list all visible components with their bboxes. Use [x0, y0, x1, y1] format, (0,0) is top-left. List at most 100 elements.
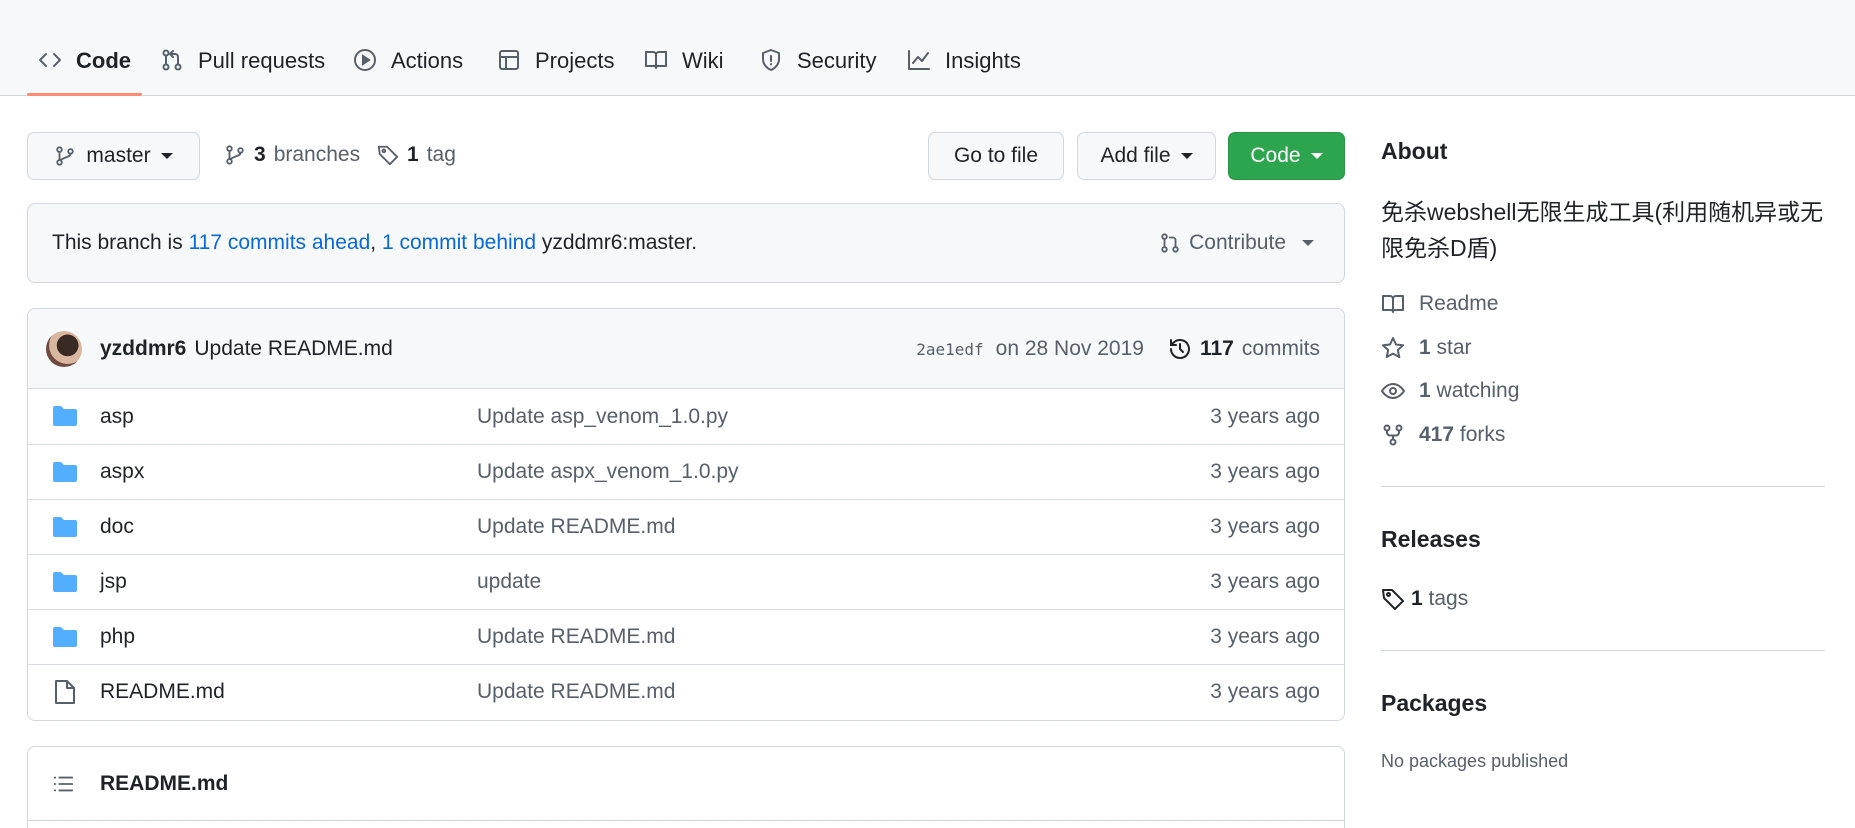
file-row[interactable]: README.md Update README.md 3 years ago: [28, 664, 1344, 719]
file-age: 3 years ago: [1210, 680, 1320, 703]
commit-sha[interactable]: 2ae1edf: [916, 340, 983, 359]
tab-security[interactable]: Security: [759, 28, 876, 96]
commits-behind-link[interactable]: 1 commit behind: [382, 231, 536, 255]
play-icon: [353, 48, 377, 72]
tags-link[interactable]: 1 tags: [1381, 587, 1468, 611]
forks-link[interactable]: 417 forks: [1381, 423, 1505, 447]
go-to-file-button[interactable]: Go to file: [928, 132, 1064, 180]
tab-label: Actions: [391, 48, 464, 73]
go-to-file-label: Go to file: [953, 144, 1039, 167]
file-age: 3 years ago: [1210, 515, 1320, 538]
tab-wiki[interactable]: Wiki: [644, 28, 724, 96]
file-row[interactable]: aspx Update aspx_venom_1.0.py 3 years ag…: [28, 444, 1344, 499]
folder-icon: [52, 516, 78, 538]
tab-pull-requests[interactable]: Pull requests: [160, 28, 325, 96]
commits-count: 117: [1199, 337, 1234, 360]
branches-link[interactable]: 3 branches: [224, 143, 360, 167]
watchers-link[interactable]: 1 watching: [1381, 379, 1519, 403]
caret-down-icon: [1310, 153, 1323, 159]
tab-label: Security: [797, 48, 877, 73]
tags-link[interactable]: 1 tag: [377, 143, 456, 167]
file-name[interactable]: jsp: [100, 570, 127, 594]
file-commit-message[interactable]: Update README.md: [477, 680, 675, 704]
shield-icon: [759, 48, 783, 72]
repo-description: 免杀webshell无限生成工具(利用随机异或无限免杀D盾): [1381, 199, 1824, 261]
tags-count: 1: [1411, 587, 1423, 610]
packages-empty-text: No packages published: [1381, 751, 1569, 771]
git-branch-icon: [54, 145, 76, 167]
commits-history-link[interactable]: 117 commits: [1168, 337, 1320, 361]
file-age: 3 years ago: [1210, 404, 1320, 428]
tab-actions[interactable]: Actions: [353, 28, 463, 96]
stars-link[interactable]: 1 star: [1381, 336, 1472, 360]
tags-label: tag: [426, 143, 456, 166]
watching-label: watching: [1436, 379, 1520, 402]
file-commit-message[interactable]: Update README.md: [477, 625, 675, 649]
commit-author[interactable]: yzddmr6: [100, 337, 186, 361]
tab-projects[interactable]: Projects: [497, 28, 614, 96]
file-commit-message[interactable]: Update asp_venom_1.0.py: [477, 405, 728, 429]
file-name[interactable]: aspx: [100, 460, 144, 484]
file-age: 3 years ago: [1210, 570, 1320, 593]
file-row[interactable]: asp Update asp_venom_1.0.py 3 years ago: [28, 389, 1344, 444]
file-commit-message[interactable]: Update README.md: [477, 515, 675, 539]
branch-select-button[interactable]: master: [27, 132, 200, 180]
file-commit-message[interactable]: Update aspx_venom_1.0.py: [477, 460, 739, 484]
compare-prefix: This branch is: [52, 231, 189, 254]
commits-label: commits: [1241, 337, 1320, 360]
tab-label: Projects: [535, 48, 615, 73]
star-icon: [1381, 336, 1405, 360]
git-branch-icon: [224, 144, 246, 166]
code-button[interactable]: Code: [1228, 132, 1345, 180]
caret-down-icon: [1302, 240, 1314, 246]
tab-label: Code: [76, 48, 131, 73]
repo-nav: Code Pull requests Actions Projects Wiki…: [0, 0, 1855, 96]
latest-commit-bar: yzddmr6 Update README.md 2ae1edf on 28 N…: [28, 309, 1344, 389]
stars-count: 1: [1419, 336, 1431, 359]
graph-icon: [907, 48, 931, 72]
avatar[interactable]: [46, 330, 82, 367]
tags-label: tags: [1428, 587, 1469, 610]
readme-link[interactable]: Readme: [1381, 292, 1498, 316]
file-name[interactable]: doc: [100, 515, 134, 539]
tab-label: Insights: [945, 48, 1021, 73]
watching-count: 1: [1419, 379, 1431, 402]
file-name[interactable]: README.md: [100, 680, 225, 704]
list-icon[interactable]: [52, 773, 74, 795]
commits-ahead-link[interactable]: 117 commits ahead: [189, 231, 371, 255]
commit-date: on 28 Nov 2019: [995, 337, 1144, 360]
table-icon: [497, 48, 521, 72]
tab-insights[interactable]: Insights: [907, 28, 1021, 96]
about-heading: About: [1381, 138, 1448, 164]
readme-panel: README.md: [27, 746, 1345, 828]
file-row[interactable]: doc Update README.md 3 years ago: [28, 499, 1344, 554]
file-name[interactable]: php: [100, 625, 135, 649]
book-icon: [644, 48, 668, 72]
packages-heading[interactable]: Packages: [1381, 690, 1487, 717]
compare-separator: ,: [370, 231, 382, 254]
tab-label: Pull requests: [198, 48, 326, 73]
git-pull-request-icon: [1159, 232, 1181, 254]
branches-count: 3: [254, 143, 266, 166]
git-pull-request-icon: [160, 48, 184, 72]
file-name[interactable]: asp: [100, 405, 134, 429]
file-row[interactable]: jsp update 3 years ago: [28, 554, 1344, 609]
folder-icon: [52, 626, 78, 648]
tab-code[interactable]: Code: [27, 28, 142, 96]
forks-count: 417: [1419, 423, 1455, 446]
add-file-button[interactable]: Add file: [1077, 132, 1216, 180]
contribute-button[interactable]: Contribute: [1159, 231, 1314, 255]
repo-forked-icon: [1381, 423, 1405, 447]
file-row[interactable]: php Update README.md 3 years ago: [28, 609, 1344, 664]
branches-label: branches: [273, 143, 361, 166]
tags-count: 1: [407, 143, 419, 166]
file-age: 3 years ago: [1210, 625, 1320, 648]
divider: [1381, 650, 1825, 651]
commit-message[interactable]: Update README.md: [194, 337, 392, 361]
tab-label: Wiki: [682, 48, 724, 73]
releases-heading[interactable]: Releases: [1381, 526, 1481, 553]
folder-icon: [52, 571, 78, 593]
file-commit-message[interactable]: update: [477, 570, 541, 594]
eye-icon: [1381, 379, 1405, 403]
readme-header: README.md: [28, 747, 1344, 821]
